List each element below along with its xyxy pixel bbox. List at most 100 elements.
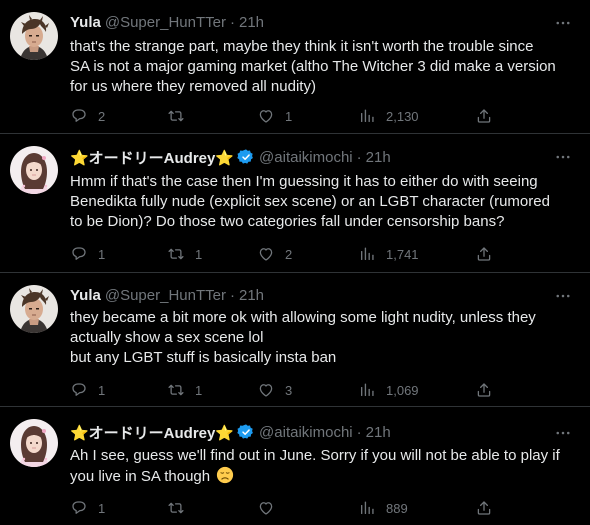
tweet-text-line: you live in SA though [70, 466, 575, 487]
share-icon [477, 501, 491, 515]
like-button[interactable]: 3 [257, 380, 292, 400]
tweet-actions: 1 889 [70, 498, 570, 518]
views-button[interactable]: 2,130 [358, 106, 419, 126]
tweet-text-line: Benedikta fully nude (explicit sex scene… [70, 193, 550, 210]
views-button[interactable]: 1,069 [358, 380, 419, 400]
tweet-text-segment: you live in SA though [70, 468, 211, 485]
retweet-button[interactable] [167, 498, 195, 518]
verified-badge-icon [237, 148, 254, 165]
display-name[interactable]: ⭐オードリーAudrey⭐ [70, 422, 234, 443]
like-count: 2 [285, 246, 293, 262]
tweet-actions: 1 1 3 1,069 [70, 380, 570, 400]
more-options-icon[interactable] [554, 14, 572, 32]
like-button[interactable]: 1 [257, 106, 292, 126]
reply-button[interactable]: 1 [70, 380, 105, 400]
timestamp[interactable]: 21h [239, 287, 264, 304]
share-button[interactable] [475, 244, 493, 264]
retweet-button[interactable] [167, 106, 195, 126]
user-handle[interactable]: @Super_HunTTer [105, 287, 226, 304]
reply-button[interactable]: 2 [70, 106, 105, 126]
reply-count: 1 [98, 382, 106, 398]
tweet-actions: 2 1 2,130 [70, 106, 570, 126]
view-count: 2,130 [386, 108, 419, 124]
reply-button[interactable]: 1 [70, 244, 105, 264]
tweet-text: they became a bit more ok with allowing … [70, 308, 575, 368]
tweet-text-line: Hmm if that's the case then I'm guessing… [70, 173, 538, 190]
tweet-text: Ah I see, guess we'll find out in June. … [70, 446, 575, 487]
share-icon [477, 247, 491, 261]
user-handle[interactable]: @aitaikimochi [259, 149, 353, 166]
heart-icon [259, 384, 273, 397]
like-button[interactable]: 2 [257, 244, 292, 264]
timestamp[interactable]: 21h [366, 424, 391, 441]
display-name[interactable]: Yula [70, 14, 101, 31]
views-button[interactable]: 1,741 [358, 244, 419, 264]
share-icon [477, 109, 491, 123]
like-count: 3 [285, 382, 293, 398]
reply-icon [72, 247, 86, 260]
tweet-header: ⭐オードリーAudrey⭐ @aitaikimochi · 21h [70, 147, 391, 167]
tweet-text-line: for us where they removed all nudity) [70, 78, 316, 95]
user-handle[interactable]: @Super_HunTTer [105, 14, 226, 31]
share-button[interactable] [475, 380, 493, 400]
retweet-icon [168, 110, 184, 122]
bar-chart-icon [361, 109, 374, 122]
verified-badge-icon [237, 423, 254, 440]
more-options-icon[interactable] [554, 424, 572, 442]
retweet-button[interactable]: 1 [167, 244, 202, 264]
tweet-actions: 1 1 2 1,741 [70, 244, 570, 264]
tweet[interactable]: ⭐オードリーAudrey⭐ @aitaikimochi · 21h Ah I s… [0, 407, 590, 525]
reply-count: 1 [98, 500, 106, 516]
retweet-icon [168, 248, 184, 260]
reply-button[interactable]: 1 [70, 498, 105, 518]
view-count: 1,069 [386, 382, 419, 398]
user-handle[interactable]: @aitaikimochi [259, 424, 353, 441]
more-options-icon[interactable] [554, 287, 572, 305]
separator-dot: · [229, 13, 235, 31]
tweet-thread: Yula @Super_HunTTer · 21h that's the str… [0, 0, 590, 525]
tweet[interactable]: Yula @Super_HunTTer · 21h that's the str… [0, 0, 590, 133]
reply-count: 1 [98, 246, 106, 262]
avatar[interactable] [10, 146, 58, 194]
reply-icon [72, 109, 86, 122]
heart-icon [259, 110, 273, 123]
bar-chart-icon [361, 501, 374, 514]
retweet-button[interactable]: 1 [167, 380, 202, 400]
tweet-text-line: actually show a sex scene lol [70, 329, 264, 346]
reply-count: 2 [98, 108, 106, 124]
tweet-header: Yula @Super_HunTTer · 21h [70, 285, 264, 305]
display-name[interactable]: Yula [70, 287, 101, 304]
avatar[interactable] [10, 12, 58, 60]
tweet-text: that's the strange part, maybe they thin… [70, 37, 575, 97]
separator-dot: · [356, 148, 362, 166]
tweet-header: ⭐オードリーAudrey⭐ @aitaikimochi · 21h [70, 422, 391, 442]
heart-icon [259, 502, 273, 515]
share-button[interactable] [475, 498, 493, 518]
tweet[interactable]: ⭐オードリーAudrey⭐ @aitaikimochi · 21h Hmm if… [0, 134, 590, 272]
more-options-icon[interactable] [554, 148, 572, 166]
retweet-count: 1 [195, 382, 203, 398]
avatar[interactable] [10, 285, 58, 333]
retweet-icon [168, 384, 184, 396]
separator-dot: · [356, 423, 362, 441]
display-name[interactable]: ⭐オードリーAudrey⭐ [70, 147, 234, 168]
avatar[interactable] [10, 419, 58, 467]
timestamp[interactable]: 21h [239, 14, 264, 31]
tweet-text-line: they became a bit more ok with allowing … [70, 309, 536, 326]
bar-chart-icon [361, 383, 374, 396]
like-button[interactable] [257, 498, 285, 518]
disappointed-face-icon [217, 466, 234, 484]
reply-icon [72, 383, 86, 396]
share-button[interactable] [475, 106, 493, 126]
tweet-text-line: that's the strange part, maybe they thin… [70, 38, 534, 55]
heart-icon [259, 248, 273, 261]
tweet-text: Hmm if that's the case then I'm guessing… [70, 172, 575, 232]
timestamp[interactable]: 21h [366, 149, 391, 166]
tweet[interactable]: Yula @Super_HunTTer · 21h they became a … [0, 273, 590, 406]
retweet-icon [168, 502, 184, 514]
view-count: 889 [386, 500, 408, 516]
views-button[interactable]: 889 [358, 498, 408, 518]
tweet-header: Yula @Super_HunTTer · 21h [70, 12, 264, 32]
view-count: 1,741 [386, 246, 419, 262]
tweet-text-line: Ah I see, guess we'll find out in June. … [70, 447, 560, 464]
